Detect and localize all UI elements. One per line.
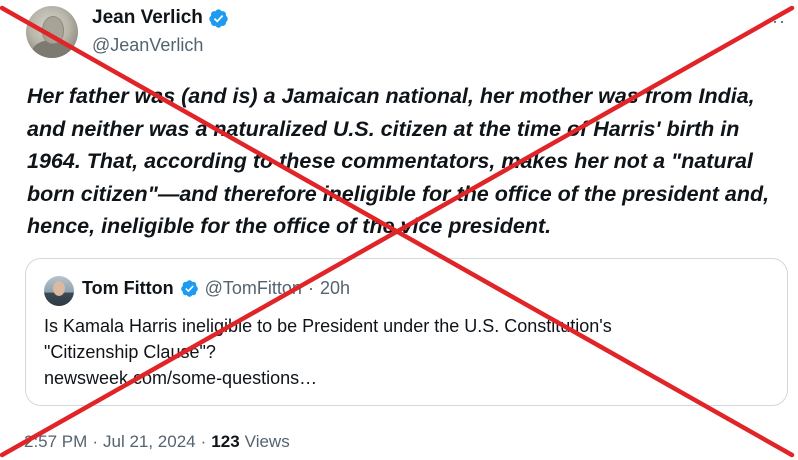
tweet-meta: 2:57 PM · Jul 21, 2024 · 123 Views xyxy=(24,432,290,452)
quoted-tweet-text: Is Kamala Harris ineligible to be Presid… xyxy=(44,313,764,391)
author-avatar[interactable] xyxy=(26,6,78,58)
quoted-timestamp[interactable]: 20h xyxy=(320,278,350,299)
quoted-author-name[interactable]: Tom Fitton xyxy=(82,278,174,299)
views-label: Views xyxy=(244,432,290,451)
quoted-text-line-2: "Citizenship Clause"? xyxy=(44,342,216,362)
meta-separator-1: · xyxy=(92,432,98,451)
quoted-tweet-header: Tom Fitton @TomFitton · 20h xyxy=(82,278,350,299)
author-display-name[interactable]: Jean Verlich xyxy=(92,7,203,29)
quoted-link[interactable]: newsweek.com/some-questions… xyxy=(44,365,764,391)
tweet-date[interactable]: Jul 21, 2024 xyxy=(103,432,196,452)
tweet-time[interactable]: 2:57 PM xyxy=(24,432,87,452)
meta-separator-2: · xyxy=(200,432,207,451)
tweet-text: Her father was (and is) a Jamaican natio… xyxy=(27,84,770,238)
more-options-icon[interactable]: ·· xyxy=(772,11,786,32)
author-name-row: Jean Verlich xyxy=(92,7,229,29)
author-handle[interactable]: @JeanVerlich xyxy=(92,35,203,56)
views-count: 123 xyxy=(211,432,240,451)
quoted-tweet-card[interactable]: Tom Fitton @TomFitton · 20h Is Kamala Ha… xyxy=(25,258,788,406)
quoted-verified-badge-icon xyxy=(180,279,199,298)
avatar-face xyxy=(42,16,64,44)
tweet: Jean Verlich @JeanVerlich ·· Her father … xyxy=(0,0,798,460)
quoted-avatar-face xyxy=(53,281,65,296)
quoted-author-avatar[interactable] xyxy=(44,276,74,306)
quoted-separator: · xyxy=(307,278,314,298)
quoted-author-handle[interactable]: @TomFitton xyxy=(205,278,302,299)
verified-badge-icon[interactable] xyxy=(208,8,229,29)
quoted-text-line-1: Is Kamala Harris ineligible to be Presid… xyxy=(44,316,612,336)
